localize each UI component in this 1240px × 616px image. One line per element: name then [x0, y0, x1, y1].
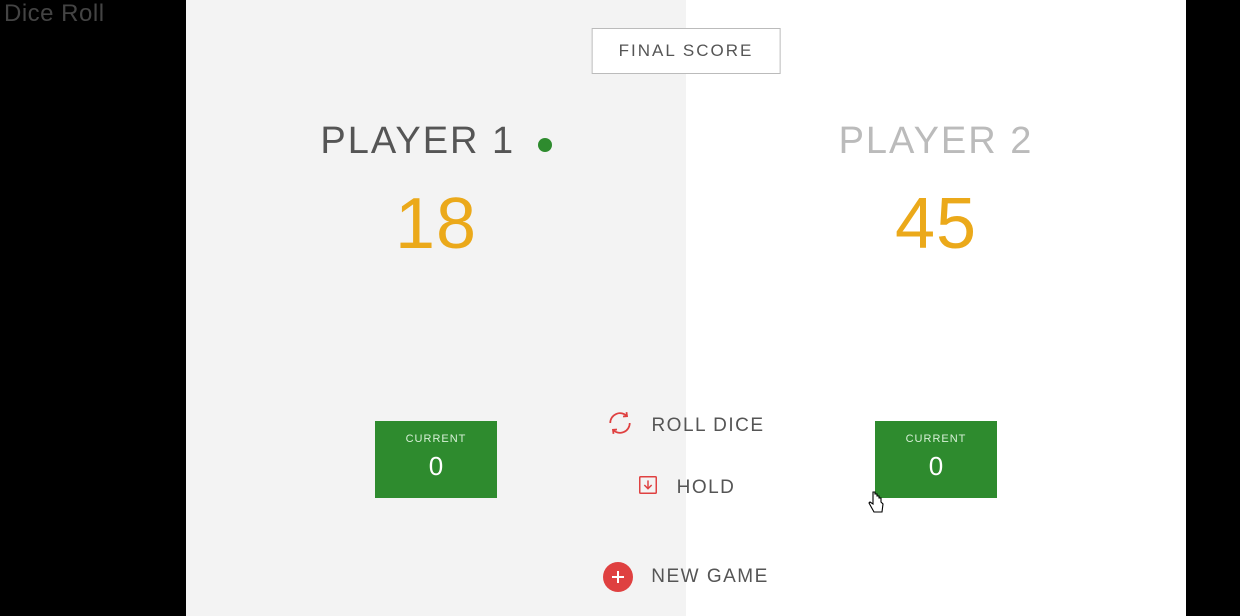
hold-label: HOLD: [677, 477, 736, 499]
player2-name: PLAYER 2: [839, 120, 1034, 163]
player1-current-label: CURRENT: [375, 433, 497, 445]
game-board: PLAYER 1 18 CURRENT 0 PLAYER 2 45 CURREN…: [186, 0, 1186, 616]
hold-button[interactable]: HOLD: [576, 474, 796, 502]
player2-score: 45: [686, 183, 1186, 265]
app-title: Dice Roll: [4, 0, 105, 28]
roll-dice-label: ROLL DICE: [651, 415, 764, 437]
active-player-dot-icon: [538, 138, 552, 152]
refresh-icon: [607, 410, 633, 442]
download-icon: [637, 474, 659, 502]
player2-current-box: CURRENT 0: [875, 421, 997, 498]
final-score-button[interactable]: FINAL SCORE: [592, 28, 781, 74]
player1-name: PLAYER 1: [320, 120, 515, 163]
player2-header: PLAYER 2: [686, 120, 1186, 163]
new-game-button[interactable]: NEW GAME: [576, 562, 796, 592]
player1-panel: PLAYER 1 18 CURRENT 0: [186, 0, 686, 616]
player1-header: PLAYER 1: [186, 120, 686, 163]
new-game-label: NEW GAME: [651, 566, 769, 588]
player2-current-score: 0: [875, 451, 997, 482]
player2-panel: PLAYER 2 45 CURRENT 0: [686, 0, 1186, 616]
plus-icon: [603, 562, 633, 592]
player2-current-label: CURRENT: [875, 433, 997, 445]
player1-score: 18: [186, 183, 686, 265]
roll-dice-button[interactable]: ROLL DICE: [576, 410, 796, 442]
player1-current-box: CURRENT 0: [375, 421, 497, 498]
player1-current-score: 0: [375, 451, 497, 482]
